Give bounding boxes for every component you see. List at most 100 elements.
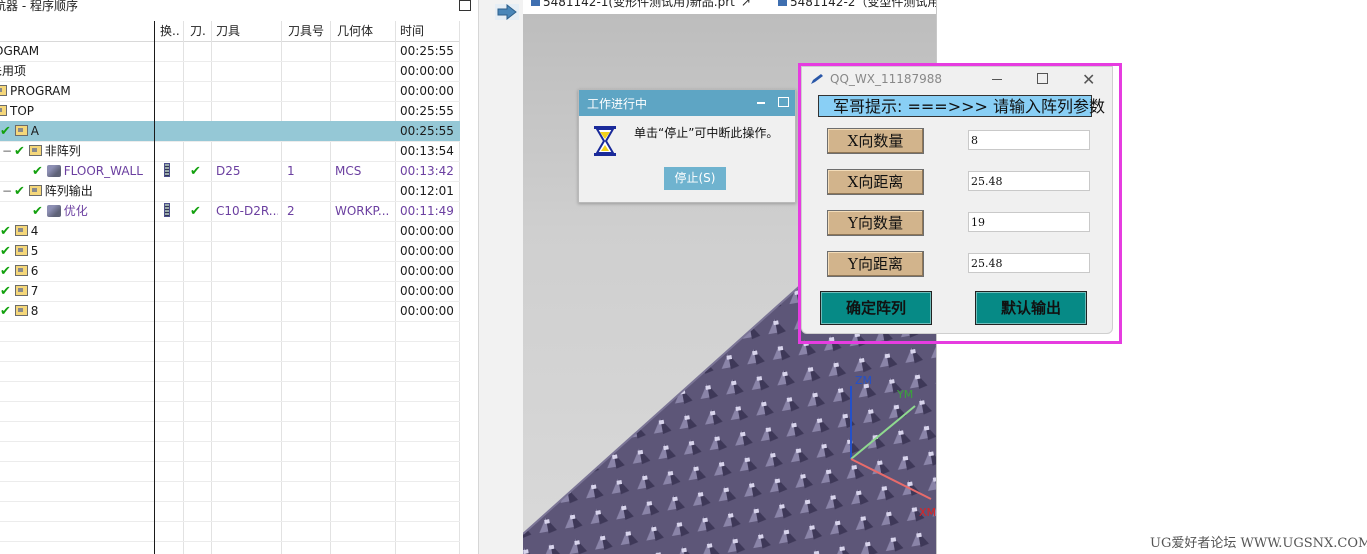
- default-output-button[interactable]: 默认输出: [975, 291, 1087, 325]
- table-row[interactable]: 未用项 00:00:00: [0, 61, 460, 82]
- row-time: 00:25:55: [400, 104, 454, 118]
- table-row[interactable]: ✔ 8 00:00:00: [0, 301, 460, 322]
- column-header-tool-flag[interactable]: 刀.: [190, 21, 210, 41]
- row-name: PROGRAM: [10, 84, 71, 98]
- table-row[interactable]: ✔ 6 00:00:00: [0, 261, 460, 282]
- program-folder-icon: [14, 125, 28, 136]
- tab-part-2[interactable]: 5481142-2（变型件测试用: [778, 0, 939, 10]
- empty-row: [0, 521, 460, 542]
- row-time: 00:00:00: [400, 224, 454, 238]
- row-time: 00:13:54: [400, 144, 454, 158]
- array-dialog: QQ_WX_11187988 ✕ 军哥提示: ===>>> 请输入阵列参数 X向…: [801, 66, 1113, 334]
- check-icon: ✔: [0, 284, 11, 299]
- table-row[interactable]: PROGRAM 00:00:00: [0, 81, 460, 102]
- table-row-selected[interactable]: ✔ A 00:25:55: [0, 121, 460, 142]
- panel-gutter: [478, 0, 524, 554]
- row-tool-number: 1: [287, 164, 295, 178]
- column-header-time[interactable]: 时间: [400, 21, 455, 41]
- empty-row: [0, 421, 460, 442]
- progress-dialog: 工作进行中 单击“停止”可中断此操作。 停止(S): [578, 89, 796, 203]
- axis-x-label: XM: [919, 506, 936, 519]
- row-geometry: MCS: [335, 164, 362, 178]
- row-tool: C10-D2R...: [216, 204, 278, 218]
- check-icon: ✔: [0, 224, 11, 239]
- maximize-icon[interactable]: [459, 0, 471, 11]
- row-name: A: [30, 124, 39, 138]
- minimize-icon[interactable]: [992, 79, 1002, 80]
- collapse-icon[interactable]: −: [2, 181, 12, 201]
- empty-row: [0, 501, 460, 522]
- operation-icon: [46, 165, 61, 177]
- column-header-tool[interactable]: 刀具: [216, 21, 276, 41]
- row-time: 00:00:00: [400, 304, 454, 318]
- program-folder-icon: [14, 245, 28, 256]
- array-dialog-title: QQ_WX_11187988: [830, 72, 943, 86]
- x-count-input[interactable]: 8: [968, 130, 1090, 150]
- y-count-button[interactable]: Y向数量: [827, 210, 924, 236]
- table-row[interactable]: − ✔ 非阵列 00:13:54: [0, 141, 460, 162]
- y-distance-input[interactable]: 25.48: [968, 253, 1090, 273]
- part-file-icon: [531, 0, 540, 6]
- row-time: 00:00:00: [400, 264, 454, 278]
- table-row[interactable]: ✔ FLOOR_WALL ✔ D25 1 MCS 00:13:42: [0, 161, 460, 182]
- hint-banner: 军哥提示: ===>>> 请输入阵列参数: [818, 95, 1105, 117]
- row-name: TOP: [10, 104, 35, 118]
- row-time: 00:11:49: [400, 204, 454, 218]
- column-header-tool-number[interactable]: 刀具号: [288, 21, 328, 41]
- minimize-icon[interactable]: [757, 102, 765, 104]
- empty-row: [0, 321, 460, 342]
- table-row[interactable]: − ✔ 阵列输出 00:12:01: [0, 181, 460, 202]
- watermark-text: UG爱好者论坛 WWW.UGSNX.COM: [1150, 536, 1367, 551]
- confirm-array-button[interactable]: 确定阵列: [820, 291, 932, 325]
- table-row[interactable]: OGRAM 00:25:55: [0, 41, 460, 62]
- close-icon[interactable]: ✕: [1082, 70, 1095, 89]
- y-count-input[interactable]: 19: [968, 212, 1090, 232]
- x-count-button[interactable]: X向数量: [827, 128, 924, 154]
- collapse-icon[interactable]: −: [2, 141, 12, 161]
- row-tool-number: 2: [287, 204, 295, 218]
- row-name: 8: [30, 304, 39, 318]
- x-distance-input[interactable]: 25.48: [968, 171, 1090, 191]
- tab-part-1[interactable]: 5481142-1(变形件测试用)新品.prt ↗: [531, 0, 751, 10]
- row-name: FLOOR_WALL: [63, 164, 143, 178]
- row-time: 00:25:55: [400, 124, 454, 138]
- program-folder-icon: [0, 105, 7, 116]
- maximize-icon[interactable]: [778, 97, 789, 107]
- check-icon: ✔: [0, 244, 11, 259]
- tool-change-icon: [164, 203, 170, 217]
- check-icon: ✔: [14, 184, 25, 199]
- table-row[interactable]: ✔ 5 00:00:00: [0, 241, 460, 262]
- program-folder-icon: [0, 85, 7, 96]
- maximize-icon[interactable]: [1037, 73, 1048, 84]
- check-icon: ✔: [0, 304, 11, 319]
- table-row[interactable]: ✔ 7 00:00:00: [0, 281, 460, 302]
- x-distance-button[interactable]: X向距离: [827, 169, 924, 195]
- column-header-geometry[interactable]: 几何体: [337, 21, 392, 41]
- row-name: 未用项: [0, 64, 27, 78]
- row-name: OGRAM: [0, 44, 40, 58]
- tool-check-icon: ✔: [190, 164, 201, 179]
- row-time: 00:00:00: [400, 84, 454, 98]
- y-distance-button[interactable]: Y向距离: [827, 251, 924, 277]
- stop-button[interactable]: 停止(S): [664, 167, 726, 190]
- row-name: 6: [30, 264, 39, 278]
- empty-row: [0, 481, 460, 502]
- empty-row: [0, 341, 460, 362]
- row-name: 阵列输出: [44, 184, 93, 198]
- row-tool: D25: [216, 164, 241, 178]
- file-tab-bar: 5481142-1(变形件测试用)新品.prt ↗ 5481142-2（变型件测试…: [523, 0, 939, 14]
- navigator-title-bar: 航器 - 程序顺序: [0, 0, 478, 16]
- empty-row: [0, 441, 460, 462]
- name-column-divider[interactable]: [154, 21, 155, 554]
- table-row[interactable]: ✔ 4 00:00:00: [0, 221, 460, 242]
- row-name: 4: [30, 224, 39, 238]
- axis-y-label: YM: [896, 388, 913, 401]
- hourglass-icon: [594, 126, 616, 156]
- row-time: 00:13:42: [400, 164, 454, 178]
- table-row[interactable]: TOP 00:25:55: [0, 101, 460, 122]
- table-row[interactable]: ✔ 优化 ✔ C10-D2R... 2 WORKP... 00:11:49: [0, 201, 460, 222]
- array-dialog-title-bar[interactable]: QQ_WX_11187988: [802, 67, 1112, 93]
- row-name: 5: [30, 244, 39, 258]
- arrow-right-icon[interactable]: [495, 4, 519, 20]
- column-header-change[interactable]: 换..: [160, 21, 182, 41]
